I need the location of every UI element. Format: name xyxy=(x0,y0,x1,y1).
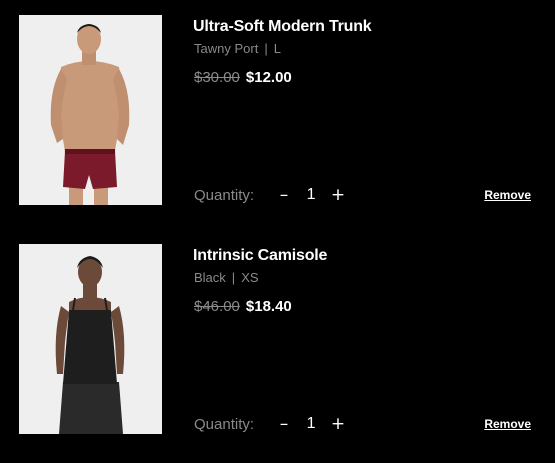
decrement-button[interactable]: – xyxy=(276,185,292,205)
quantity-value: 1 xyxy=(306,415,316,432)
increment-button[interactable]: + xyxy=(330,414,346,434)
product-price: $30.00 $12.00 xyxy=(194,69,292,86)
product-name[interactable]: Ultra-Soft Modern Trunk xyxy=(193,18,372,36)
cart-item: Ultra-Soft Modern Trunk Tawny Port | L $30… xyxy=(0,15,555,205)
decrement-button[interactable]: – xyxy=(276,414,292,434)
quantity-label: Quantity: xyxy=(194,186,255,204)
product-price: $46.00 $18.40 xyxy=(194,298,292,315)
variant-size: XS xyxy=(241,270,259,285)
product-image[interactable] xyxy=(19,244,162,434)
increment-button[interactable]: + xyxy=(330,185,346,205)
product-image[interactable] xyxy=(19,15,162,205)
cart-item-list: Ultra-Soft Modern Trunk Tawny Port | L $30… xyxy=(0,0,555,463)
variant-size: L xyxy=(273,41,281,56)
sale-price: $18.40 xyxy=(245,298,292,315)
remove-link[interactable]: Remove xyxy=(484,188,531,202)
sale-price: $12.00 xyxy=(245,69,292,86)
quantity-label: Quantity: xyxy=(194,415,255,433)
original-price: $46.00 xyxy=(194,298,240,315)
product-photo-icon xyxy=(19,15,162,205)
product-variant: Tawny Port | L xyxy=(194,41,281,56)
remove-link[interactable]: Remove xyxy=(484,417,531,431)
variant-separator: | xyxy=(231,270,236,285)
product-photo-icon xyxy=(19,244,162,434)
quantity-stepper: Quantity: – 1 + xyxy=(194,414,346,434)
variant-separator: | xyxy=(264,41,268,56)
variant-color: Tawny Port xyxy=(194,41,259,56)
variant-color: Black xyxy=(194,270,226,285)
original-price: $30.00 xyxy=(194,69,240,86)
cart-item: Intrinsic Camisole Black | XS $46.00 $18.40… xyxy=(0,244,555,434)
product-variant: Black | XS xyxy=(194,270,259,285)
quantity-value: 1 xyxy=(306,186,316,203)
quantity-stepper: Quantity: – 1 + xyxy=(194,185,346,205)
product-name[interactable]: Intrinsic Camisole xyxy=(193,247,327,265)
